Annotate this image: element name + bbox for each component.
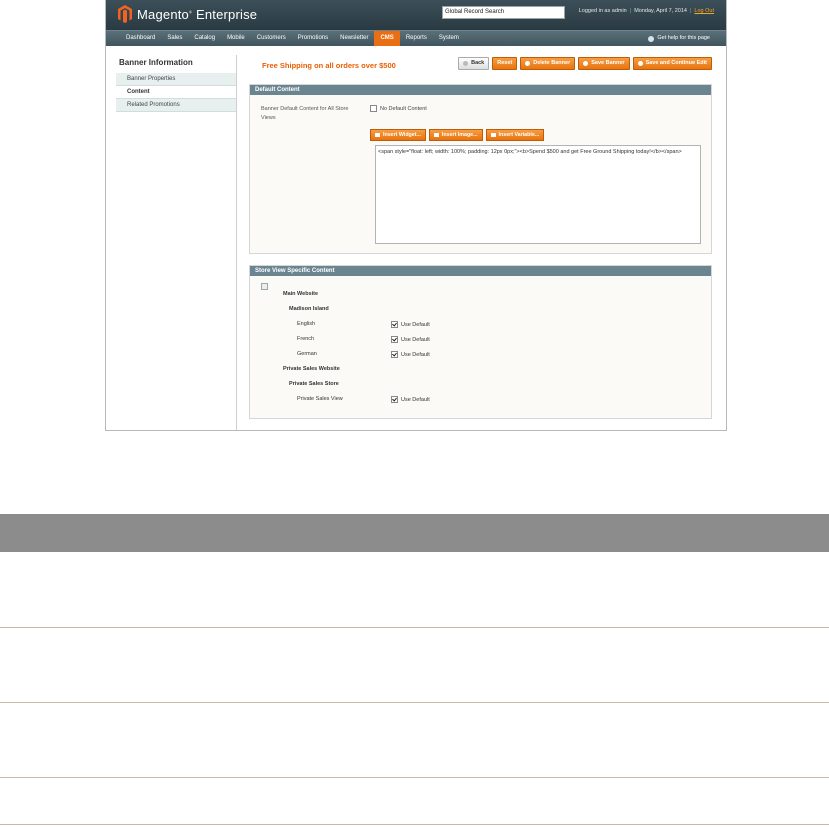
private-sales-view-label: Private Sales View — [297, 396, 343, 402]
logout-link[interactable]: Log Out — [694, 8, 714, 14]
help-link[interactable]: Get help for this page — [648, 33, 710, 44]
nav-item-system[interactable]: System — [433, 31, 465, 46]
table-row-divider — [0, 627, 829, 628]
insert-buttons: Insert Widget... Insert Image... Insert … — [370, 129, 545, 141]
delete-label: Delete Banner — [533, 60, 571, 66]
insert-variable-button[interactable]: Insert Variable... — [485, 129, 545, 141]
action-buttons: Back Reset Delete Banner Save Banner Sav… — [458, 57, 712, 70]
no-default-content-checkbox[interactable] — [370, 105, 377, 112]
save-banner-button[interactable]: Save Banner — [578, 57, 630, 70]
english-use-default[interactable]: Use Default — [391, 321, 430, 328]
german-use-default-checkbox[interactable] — [391, 351, 398, 358]
help-icon — [648, 35, 655, 42]
document-table — [0, 514, 829, 552]
date-text: Monday, April 7, 2014 — [634, 8, 687, 14]
insert-image-button[interactable]: Insert Image... — [428, 129, 483, 141]
back-label: Back — [471, 60, 485, 66]
delete-icon — [525, 61, 531, 66]
use-default-label: Use Default — [401, 336, 430, 343]
default-content-legend: Default Content — [250, 85, 711, 95]
reset-label: Reset — [497, 60, 513, 66]
nav-item-cms[interactable]: CMS — [374, 31, 400, 46]
french-use-default[interactable]: Use Default — [391, 336, 430, 343]
logo-text: Magento® Enterprise — [137, 6, 258, 22]
use-default-label: Use Default — [401, 321, 430, 328]
nav-item-catalog[interactable]: Catalog — [188, 31, 221, 46]
french-label: French — [297, 336, 315, 342]
magento-logo[interactable]: Magento® Enterprise — [118, 5, 257, 23]
french-use-default-checkbox[interactable] — [391, 336, 398, 343]
insert-widget-label: Insert Widget... — [383, 132, 421, 138]
back-button[interactable]: Back — [458, 57, 490, 70]
store-view-legend: Store View Specific Content — [250, 266, 711, 276]
no-default-content-label: No Default Content — [380, 105, 427, 112]
reset-button[interactable]: Reset — [492, 57, 518, 70]
delete-banner-button[interactable]: Delete Banner — [520, 57, 576, 70]
nav-items: Dashboard Sales Catalog Mobile Customers Prom… — [120, 31, 465, 46]
save-label: Save Banner — [591, 60, 625, 66]
sidebar-item-related-promotions[interactable]: Related Promotions — [116, 99, 236, 112]
save-continue-icon — [637, 61, 643, 66]
nav-item-sales[interactable]: Sales — [161, 31, 188, 46]
admin-header: Magento® Enterprise Global Record Search… — [106, 0, 726, 30]
help-label: Get help for this page — [657, 35, 710, 41]
nav-item-customers[interactable]: Customers — [251, 31, 292, 46]
sidebar-divider — [236, 55, 237, 430]
nav-item-mobile[interactable]: Mobile — [221, 31, 251, 46]
save-icon — [583, 61, 589, 66]
sidebar: Banner Information Banner Properties Con… — [116, 55, 236, 112]
table-row-divider — [0, 702, 829, 703]
nav-item-reports[interactable]: Reports — [400, 31, 433, 46]
private-sales-store-label: Private Sales Store — [289, 381, 339, 387]
collapse-icon[interactable] — [261, 283, 268, 290]
sidebar-item-banner-properties[interactable]: Banner Properties — [116, 73, 236, 86]
private-sales-view-use-default[interactable]: Use Default — [391, 396, 430, 403]
sidebar-title: Banner Information — [119, 58, 193, 67]
private-sales-view-use-default-checkbox[interactable] — [391, 396, 398, 403]
nav-item-dashboard[interactable]: Dashboard — [120, 31, 161, 46]
table-row-divider — [0, 777, 829, 778]
insert-image-label: Insert Image... — [441, 132, 478, 138]
use-default-label: Use Default — [401, 396, 430, 403]
nav-item-promotions[interactable]: Promotions — [292, 31, 334, 46]
use-default-label: Use Default — [401, 351, 430, 358]
default-content-label: Banner Default Content for All Store Vie… — [261, 106, 349, 121]
magento-logo-icon — [118, 5, 132, 23]
no-default-content-option[interactable]: No Default Content — [370, 105, 427, 112]
user-info: Logged in as admin | Monday, April 7, 2014… — [578, 8, 714, 14]
default-content-fieldset: Default Content Banner Default Content f… — [249, 84, 712, 254]
store-view-fieldset: Store View Specific Content Main Website… — [249, 265, 712, 419]
save-continue-button[interactable]: Save and Continue Edit — [632, 57, 712, 70]
main-nav: Dashboard Sales Catalog Mobile Customers Prom… — [106, 30, 726, 46]
private-sales-website-label: Private Sales Website — [283, 366, 340, 372]
main-website-label: Main Website — [283, 291, 319, 297]
german-label: German — [297, 351, 317, 357]
page-title: Free Shipping on all orders over $500 — [262, 61, 396, 70]
english-label: English — [297, 321, 316, 327]
sidebar-item-content[interactable]: Content — [116, 86, 236, 99]
table-header — [0, 514, 829, 552]
magento-admin-screenshot: Magento® Enterprise Global Record Search… — [105, 0, 727, 431]
back-icon — [463, 61, 469, 66]
table-row-divider — [0, 824, 829, 825]
widget-icon — [375, 133, 380, 137]
insert-widget-button[interactable]: Insert Widget... — [370, 129, 426, 141]
insert-variable-label: Insert Variable... — [498, 132, 540, 138]
madison-island-label: Madison Island — [289, 306, 329, 312]
variable-icon — [490, 133, 496, 137]
nav-item-newsletter[interactable]: Newsletter — [334, 31, 374, 46]
global-record-search-input[interactable]: Global Record Search — [442, 6, 565, 19]
english-use-default-checkbox[interactable] — [391, 321, 398, 328]
image-icon — [433, 133, 439, 137]
banner-content-editor[interactable]: <span style="float: left; width: 100%; p… — [375, 145, 701, 244]
german-use-default[interactable]: Use Default — [391, 351, 430, 358]
save-continue-label: Save and Continue Edit — [645, 60, 707, 66]
logged-in-text: Logged in as admin — [578, 8, 627, 14]
